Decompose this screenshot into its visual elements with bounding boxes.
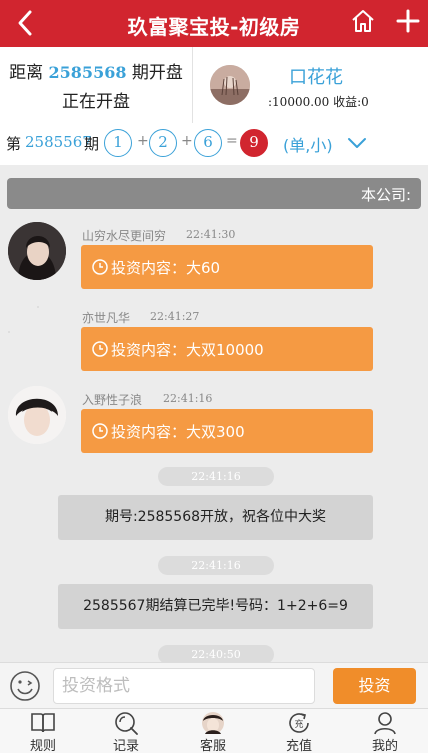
plus-sign: + — [181, 133, 193, 149]
countdown-suffix: 期开盘 — [126, 63, 183, 83]
nav-item-records[interactable]: 记录 — [83, 709, 169, 753]
chevron-down-icon[interactable] — [346, 135, 368, 151]
message-sender: 山穷水尽更间穷 — [82, 229, 167, 243]
draw-sum-ball: 9 — [240, 129, 268, 157]
countdown-prefix: 距离 — [9, 63, 49, 83]
avatar[interactable] — [8, 222, 66, 280]
message-time: 22:41:27 — [150, 310, 200, 323]
user-name: 口花花 — [289, 67, 343, 88]
user-avatar[interactable] — [210, 65, 250, 105]
message-content: 投资内容：大双300 — [111, 423, 245, 441]
clock-icon — [92, 423, 108, 439]
service-avatar-icon — [202, 712, 224, 734]
emoji-icon[interactable] — [9, 670, 41, 702]
company-banner: 本公司: — [7, 178, 421, 209]
message-sender: 亦世凡华 — [82, 311, 131, 325]
avatar[interactable] — [8, 386, 66, 444]
system-time: 22:41:16 — [158, 467, 274, 486]
company-label: 本公司: — [360, 186, 411, 204]
system-time: 22:41:16 — [158, 556, 274, 575]
user-icon — [374, 712, 396, 735]
invest-button[interactable]: 投资 — [333, 668, 416, 704]
bet-message-bubble: 投资内容：大双10000 — [81, 327, 373, 371]
countdown-text: 距离 2585568 期开盘 — [0, 58, 192, 83]
nav-label: 充值 — [285, 739, 312, 753]
bottom-nav: 规则 记录 客服 充 充值 我的 — [0, 708, 428, 753]
search-icon — [115, 712, 138, 735]
nav-label: 记录 — [112, 739, 139, 753]
bet-input[interactable] — [53, 668, 315, 704]
chat-input-bar: 投资 — [0, 662, 428, 708]
nav-label: 规则 — [29, 739, 56, 753]
home-icon[interactable] — [350, 8, 376, 34]
draw-suffix: 期 — [84, 135, 100, 153]
draw-period: 2585567 — [25, 133, 92, 151]
next-period-number: 2585568 — [48, 63, 127, 82]
nav-label: 客服 — [199, 739, 226, 753]
last-draw-result: 第 2585567 期 1 + 2 + 6 = 9 (单,小) — [0, 123, 428, 165]
clock-icon — [92, 259, 108, 275]
avatar[interactable] — [8, 304, 66, 362]
equals-sign: = — [226, 133, 238, 149]
app: 玖富聚宝投-初级房 距离 2585568 期开盘 正在开盘 口花花 :10000… — [0, 0, 428, 753]
bet-message-bubble: 投资内容：大60 — [81, 245, 373, 289]
round-status: 正在开盘 — [62, 92, 130, 112]
clock-icon — [92, 341, 108, 357]
app-header: 玖富聚宝投-初级房 — [0, 0, 428, 47]
message-content: 投资内容：大双10000 — [111, 341, 264, 359]
nav-item-service[interactable]: 客服 — [170, 709, 256, 753]
plus-icon[interactable] — [395, 8, 421, 34]
draw-ball-1: 1 — [104, 129, 132, 157]
bet-message-bubble: 投资内容：大双300 — [81, 409, 373, 453]
user-balance: :10000.00 收益:0 — [268, 95, 369, 109]
system-message: 2585567期结算已完毕!号码：1+2+6=9 — [58, 584, 373, 629]
plus-sign: + — [137, 133, 149, 149]
nav-item-mine[interactable]: 我的 — [342, 709, 428, 753]
nav-item-rules[interactable]: 规则 — [0, 709, 86, 753]
nav-label: 我的 — [371, 739, 398, 753]
svg-text:充: 充 — [294, 718, 303, 730]
draw-ball-2: 2 — [149, 129, 177, 157]
message-sender: 入野性子浪 — [82, 393, 143, 407]
message-time: 22:41:30 — [186, 228, 236, 241]
system-message: 期号:2585568开放，祝各位中大奖 — [58, 495, 373, 540]
message-time: 22:41:16 — [163, 392, 213, 405]
message-content: 投资内容：大60 — [111, 259, 221, 277]
draw-prefix: 第 — [6, 135, 22, 153]
nav-item-recharge[interactable]: 充 充值 — [256, 709, 342, 753]
recharge-icon: 充 — [289, 713, 309, 733]
book-icon — [31, 713, 55, 733]
countdown-section: 距离 2585568 期开盘 正在开盘 — [0, 47, 193, 123]
draw-result-type: (单,小) — [283, 136, 333, 155]
round-info-panel: 距离 2585568 期开盘 正在开盘 口花花 :10000.00 收益:0 — [0, 47, 428, 123]
draw-ball-3: 6 — [194, 129, 222, 157]
